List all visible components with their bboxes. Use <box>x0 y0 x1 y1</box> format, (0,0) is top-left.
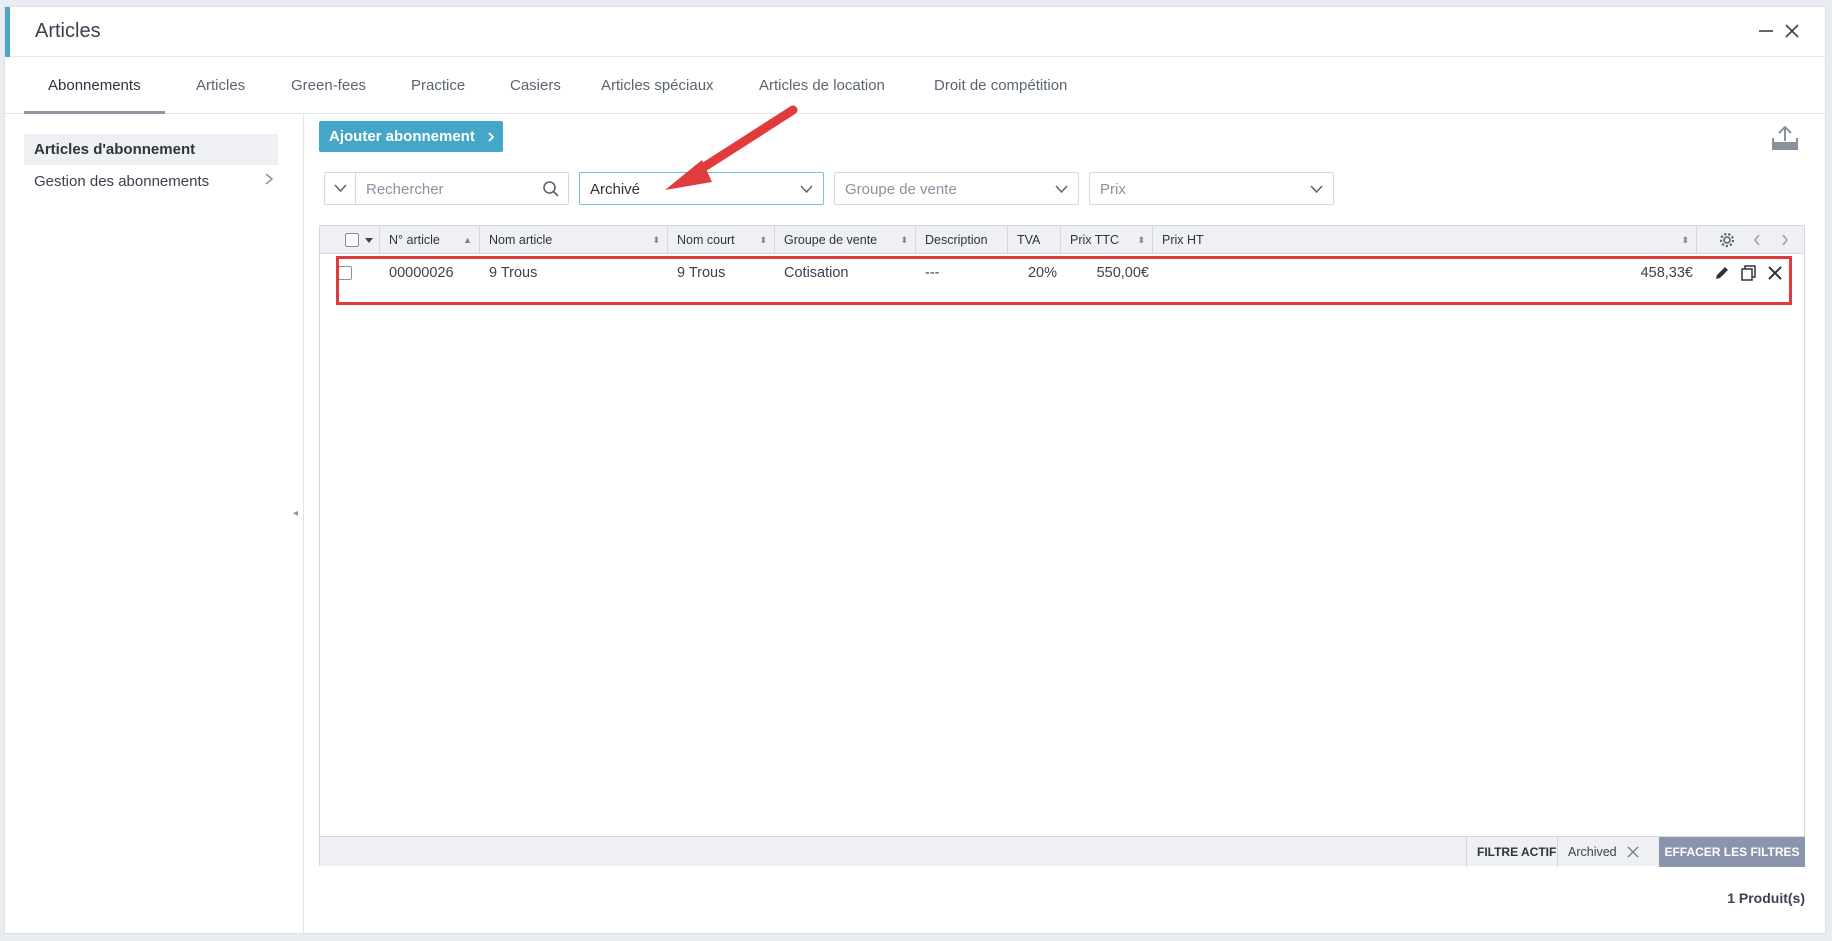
status-select-value: Archivé <box>590 181 641 198</box>
tab-abonnements[interactable]: Abonnements <box>24 57 165 114</box>
column-header-label: Prix HT <box>1162 233 1204 247</box>
column-header-ttc[interactable]: Prix TTC ⬍ <box>1061 226 1153 254</box>
title-bar: Articles <box>5 7 1825 57</box>
column-header-label: Groupe de vente <box>784 233 878 247</box>
articles-table: N° article ▲ Nom article ⬍ Nom court ⬍ Grou… <box>319 225 1805 867</box>
add-subscription-button[interactable]: Ajouter abonnement <box>319 121 503 152</box>
sort-icon: ▲ <box>463 235 472 245</box>
search-input[interactable]: Rechercher <box>366 181 444 198</box>
minimize-icon[interactable] <box>1752 17 1780 45</box>
column-header-group[interactable]: Groupe de vente ⬍ <box>775 226 916 254</box>
sidebar-item-articles-abonnement[interactable]: Articles d'abonnement <box>24 134 278 165</box>
column-header-label: Description <box>925 233 988 247</box>
sort-icon: ⬍ <box>759 235 767 245</box>
status-select[interactable]: Archivé <box>579 172 824 205</box>
select-all-header <box>320 226 380 254</box>
sort-icon: ⬍ <box>1681 235 1689 245</box>
accent-bar <box>5 7 10 57</box>
tab-casiers[interactable]: Casiers <box>486 57 585 114</box>
window-title: Articles <box>35 20 101 42</box>
row-highlight-box <box>336 256 1792 305</box>
table-tools-header <box>1697 226 1806 254</box>
active-filter-chip: Archived <box>1557 837 1645 867</box>
sort-icon: ⬍ <box>652 235 660 245</box>
column-header-label: Prix TTC <box>1070 233 1120 247</box>
sidebar-item-gestion-abonnements[interactable]: Gestion des abonnements <box>24 166 278 197</box>
tab-bar: Abonnements Articles Green-fees Practice… <box>5 57 1825 114</box>
column-header-label: TVA <box>1017 233 1041 247</box>
sidebar-collapse-handle[interactable]: ◂ <box>293 508 298 519</box>
tab-green-fees[interactable]: Green-fees <box>267 57 390 114</box>
select-all-checkbox[interactable] <box>345 233 359 247</box>
column-header-short[interactable]: Nom court ⬍ <box>668 226 775 254</box>
chevron-down-icon <box>334 184 347 193</box>
column-header-label: Nom article <box>489 233 553 247</box>
sales-group-placeholder: Groupe de vente <box>845 181 957 198</box>
clear-filters-button[interactable]: EFFACER LES FILTRES <box>1659 837 1805 867</box>
gear-icon[interactable] <box>1719 232 1735 248</box>
tab-articles-speciaux[interactable]: Articles spéciaux <box>577 57 738 114</box>
sort-icon: ⬍ <box>1137 235 1145 245</box>
chevron-right-icon <box>487 121 495 152</box>
chevron-right-icon[interactable] <box>1781 234 1789 246</box>
add-subscription-label: Ajouter abonnement <box>329 128 475 145</box>
tab-practice[interactable]: Practice <box>387 57 489 114</box>
remove-filter-icon[interactable] <box>1627 837 1639 867</box>
tab-articles-de-location[interactable]: Articles de location <box>735 57 909 114</box>
column-header-label: Nom court <box>677 233 735 247</box>
sidebar-item-label: Gestion des abonnements <box>34 173 210 190</box>
search-icon[interactable] <box>542 180 560 198</box>
sales-group-select[interactable]: Groupe de vente <box>834 172 1079 205</box>
table-footer: FILTRE ACTIF Archived EFFACER LES FILTRE… <box>320 836 1805 867</box>
column-header-ht[interactable]: Prix HT ⬍ <box>1153 226 1697 254</box>
chevron-left-icon[interactable] <box>1753 234 1761 246</box>
tab-droit-de-competition[interactable]: Droit de compétition <box>910 57 1091 114</box>
table-header: N° article ▲ Nom article ⬍ Nom court ⬍ Grou… <box>320 226 1804 254</box>
price-select[interactable]: Prix <box>1089 172 1334 205</box>
column-header-num[interactable]: N° article ▲ <box>380 226 480 254</box>
price-placeholder: Prix <box>1100 181 1126 198</box>
chevron-down-icon <box>800 185 813 194</box>
search-mode-dropdown[interactable] <box>325 173 356 204</box>
chevron-down-icon <box>1055 185 1068 194</box>
chevron-right-icon <box>264 166 274 197</box>
product-count: 1 Produit(s) <box>1727 890 1805 906</box>
sidebar: Articles d'abonnement Gestion des abonne… <box>5 114 304 934</box>
sort-icon: ⬍ <box>900 235 908 245</box>
chevron-down-icon <box>1310 185 1323 194</box>
active-filter-label: FILTRE ACTIF <box>1466 837 1566 867</box>
column-header-description[interactable]: Description <box>916 226 1008 254</box>
close-icon[interactable] <box>1778 17 1806 45</box>
export-icon[interactable] <box>1770 124 1800 152</box>
column-header-name[interactable]: Nom article ⬍ <box>480 226 668 254</box>
tab-articles[interactable]: Articles <box>172 57 269 114</box>
column-header-label: N° article <box>389 233 440 247</box>
caret-down-icon[interactable] <box>365 238 373 243</box>
search-field[interactable]: Rechercher <box>324 172 569 205</box>
active-filter-value: Archived <box>1568 845 1617 859</box>
column-header-tva[interactable]: TVA <box>1008 226 1061 254</box>
